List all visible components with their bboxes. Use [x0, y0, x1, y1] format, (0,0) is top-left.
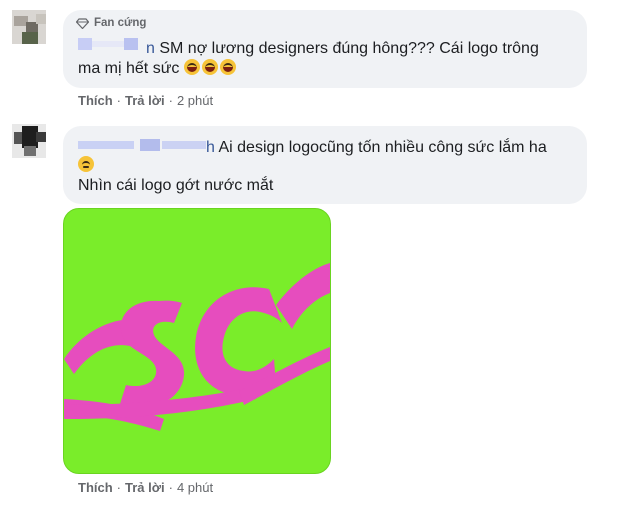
fan-badge: Fan cứng: [76, 14, 146, 32]
sad-tear-emoji: [78, 156, 94, 172]
commenter-avatar-1[interactable]: [12, 10, 46, 44]
laughing-crying-emoji: [219, 59, 236, 75]
reply-link[interactable]: Trả lời: [125, 480, 165, 495]
like-link[interactable]: Thích: [78, 480, 113, 495]
like-link[interactable]: Thích: [78, 93, 113, 108]
blurred-name-2[interactable]: [78, 138, 206, 152]
laughing-crying-emoji: [201, 59, 218, 75]
comment-text-2-emoji: [78, 156, 96, 176]
comment-text-1: n SM nợ lương designers đúng hông??? Cái…: [146, 40, 539, 57]
badge-label: Fan cứng: [94, 17, 147, 29]
blurred-name-1[interactable]: [78, 37, 146, 51]
comment-actions-1: Thích · Trả lời · 2 phút: [78, 93, 214, 108]
timestamp[interactable]: 2 phút: [177, 93, 213, 108]
comment-text-2-line2: Nhìn cái logo gớt nước mắt: [78, 177, 274, 194]
reply-link[interactable]: Trả lời: [125, 93, 165, 108]
comment-actions-2: Thích · Trả lời · 4 phút: [78, 480, 214, 495]
commenter-avatar-2[interactable]: [12, 124, 46, 158]
sc-logo: [64, 263, 330, 431]
diamond-icon: [76, 17, 89, 29]
comment-text-1-line2: ma mị hết sức: [78, 59, 238, 79]
comment-text-2: h Ai design logocũng tốn nhiều công sức …: [206, 139, 547, 156]
laughing-crying-emoji: [183, 59, 200, 75]
timestamp[interactable]: 4 phút: [177, 480, 213, 495]
attached-logo-image[interactable]: [63, 208, 331, 474]
